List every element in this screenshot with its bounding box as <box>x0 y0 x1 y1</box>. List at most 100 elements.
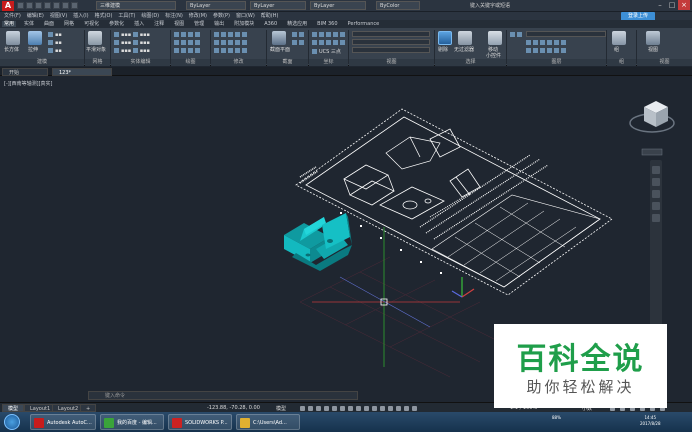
snap-toggle-icon[interactable] <box>308 406 313 411</box>
undo-icon[interactable] <box>62 2 69 9</box>
ribbon-small-row[interactable] <box>174 32 202 38</box>
menu-item[interactable]: 文件(F) <box>4 13 21 19</box>
viewport-config-dropdown[interactable] <box>352 47 430 53</box>
menu-item[interactable]: 绘图(D) <box>141 13 159 19</box>
ribbon-small-row[interactable] <box>174 48 202 54</box>
menu-item[interactable]: 视图(V) <box>50 13 67 19</box>
ribbon-tab[interactable]: Performance <box>346 21 382 27</box>
ribbon-small-row[interactable]: ▪▪▪ ▪▪▪ <box>114 48 150 54</box>
open-file-icon[interactable] <box>26 2 33 9</box>
showmotion-icon[interactable] <box>652 214 660 222</box>
maximize-icon[interactable]: □ <box>666 0 678 10</box>
ribbon-tab[interactable]: 实体 <box>22 21 36 27</box>
annotation-visibility-icon[interactable] <box>404 406 409 411</box>
ribbon-tab[interactable]: 精选应用 <box>285 21 309 27</box>
minimize-icon[interactable]: – <box>654 0 666 10</box>
ribbon-small-row[interactable] <box>510 32 524 38</box>
ribbon-small-row[interactable]: ▪▪ <box>48 32 62 38</box>
filter-icon[interactable] <box>458 31 472 45</box>
menu-item[interactable]: 插入(I) <box>73 13 88 19</box>
menu-item[interactable]: 窗口(W) <box>236 13 255 19</box>
menu-item[interactable]: 参数(P) <box>213 13 230 19</box>
workspace-dropdown[interactable]: 三维建模 <box>96 1 176 10</box>
view-dropdown[interactable] <box>352 39 430 45</box>
panel-draw[interactable]: 绘图 <box>171 59 210 66</box>
panel-layers[interactable]: 图层 <box>507 59 606 66</box>
ribbon-small-row[interactable]: ▪▪▪ ▪▪▪ <box>114 32 150 38</box>
start-button[interactable] <box>4 414 20 430</box>
panel-view-2[interactable]: 视图 <box>637 59 692 66</box>
grid-toggle-icon[interactable] <box>300 406 305 411</box>
ribbon-tab[interactable]: 可视化 <box>82 21 101 27</box>
ribbon-small-row[interactable] <box>214 48 249 54</box>
ribbon-small-row[interactable] <box>214 40 249 46</box>
tab-start[interactable]: 开始 <box>2 68 48 76</box>
coordinate-readout[interactable]: -123.88, -70.28, 0.00 <box>207 405 260 411</box>
ribbon-small-row[interactable] <box>214 32 249 38</box>
save-icon[interactable] <box>35 2 42 9</box>
battery-indicator[interactable]: 88% <box>552 415 561 421</box>
selection-filter-icon[interactable] <box>388 406 393 411</box>
orbit-icon[interactable] <box>652 202 660 210</box>
command-line[interactable]: 键入命令 <box>88 391 358 400</box>
section-plane-icon[interactable] <box>272 31 286 45</box>
ribbon-small-row[interactable]: ▪▪ <box>48 48 62 54</box>
taskbar-item-explorer[interactable]: C:\Users\Ad... <box>236 414 300 430</box>
steeringwheel-icon[interactable] <box>652 166 660 174</box>
add-layout-button[interactable]: + <box>80 404 97 412</box>
ribbon-small-row[interactable]: ▪▪▪ ▪▪▪ <box>114 40 150 46</box>
autocad-logo-icon[interactable]: A <box>2 1 14 11</box>
layer-dropdown[interactable]: ByLayer <box>186 1 246 10</box>
ribbon-tab[interactable]: BIM 360 <box>315 21 339 27</box>
otrack-toggle-icon[interactable] <box>340 406 345 411</box>
smooth-object-icon[interactable] <box>88 31 102 45</box>
tab-drawing-123[interactable]: 123* <box>52 68 112 76</box>
color-dropdown[interactable]: ByColor <box>376 1 420 10</box>
ribbon-small-row[interactable] <box>174 40 202 46</box>
menu-item[interactable]: 修改(M) <box>189 13 207 19</box>
ribbon-small-row[interactable]: ▪▪ <box>48 40 62 46</box>
menu-item[interactable]: 工具(T) <box>118 13 135 19</box>
layer-state-dropdown[interactable] <box>526 31 606 37</box>
group-icon[interactable] <box>612 31 626 45</box>
menu-item[interactable]: 格式(O) <box>95 13 113 19</box>
ribbon-tab[interactable]: 常用 <box>2 21 17 27</box>
ribbon-small-row[interactable] <box>526 48 568 54</box>
box-icon[interactable] <box>6 31 20 45</box>
menu-item[interactable]: 帮助(H) <box>261 13 279 19</box>
system-clock[interactable]: 14:45 2017/8/28 <box>640 415 661 427</box>
visual-style-dropdown[interactable] <box>352 31 430 37</box>
taskbar-item-autocad[interactable]: Autodesk AutoC... <box>30 414 96 430</box>
ribbon-tab[interactable]: 注释 <box>152 21 166 27</box>
ribbon-tab[interactable]: 曲面 <box>42 21 56 27</box>
redo-icon[interactable] <box>71 2 78 9</box>
panel-view[interactable]: 视图 <box>349 59 434 66</box>
ribbon-small-row[interactable] <box>312 32 347 38</box>
plot-icon[interactable] <box>53 2 60 9</box>
panel-section[interactable]: 截面 <box>267 59 308 66</box>
linetype-dropdown[interactable]: ByLayer <box>250 1 306 10</box>
move-gizmo-icon[interactable] <box>488 31 502 45</box>
ortho-toggle-icon[interactable] <box>316 406 321 411</box>
zoom-icon[interactable] <box>652 190 660 198</box>
viewport-label[interactable]: [-][西南等轴测][真实] <box>4 80 53 87</box>
model-space-label[interactable]: 模型 <box>276 405 286 412</box>
ribbon-small-row[interactable] <box>292 40 306 46</box>
panel-solid-edit[interactable]: 实体编辑 <box>111 59 170 66</box>
panel-groups[interactable]: 组 <box>607 59 636 66</box>
ribbon-small-row[interactable] <box>526 40 568 46</box>
menu-item[interactable]: 标注(N) <box>165 13 183 19</box>
search-box[interactable]: 键入关键字或短语 <box>470 2 510 9</box>
lineweight-toggle-icon[interactable] <box>348 406 353 411</box>
3d-osnap-icon[interactable] <box>372 406 377 411</box>
taskbar-item-baidu[interactable]: 我的百度 - 编辑... <box>100 414 164 430</box>
transparency-toggle-icon[interactable] <box>356 406 361 411</box>
auto-scale-icon[interactable] <box>412 406 417 411</box>
pan-icon[interactable] <box>652 178 660 186</box>
ribbon-tab[interactable]: A360 <box>262 21 279 27</box>
ucs-name-row[interactable]: UCS 三点 <box>312 48 341 55</box>
extrude-icon[interactable] <box>28 31 42 45</box>
new-file-icon[interactable] <box>17 2 24 9</box>
save-as-icon[interactable] <box>44 2 51 9</box>
dynamic-ucs-icon[interactable] <box>380 406 385 411</box>
